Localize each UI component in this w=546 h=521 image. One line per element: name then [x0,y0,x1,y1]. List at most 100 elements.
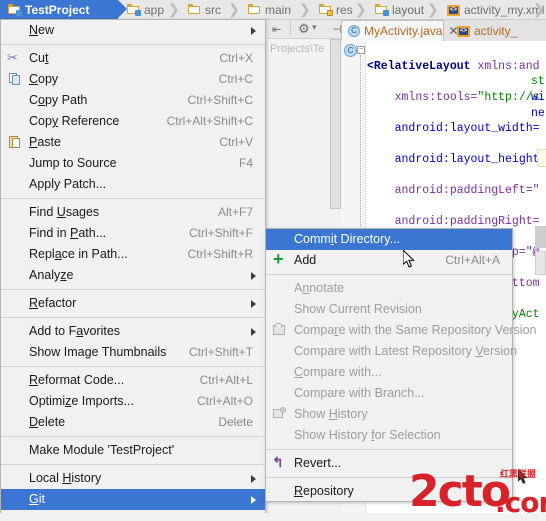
menu-item-label: Copy Reference [29,114,120,128]
menu-item-cut[interactable]: Cut Ctrl+X [1,48,265,69]
breadcrumb-item-testproject[interactable]: TestProject [0,0,127,19]
menu-item-copy-path[interactable]: Copy Path Ctrl+Shift+C [1,90,265,111]
breadcrumb-item-res[interactable]: res [311,0,353,19]
gear-icon[interactable]: ⚙ [298,21,310,37]
menu-item-jump-to-source[interactable]: Jump to Source F4 [1,153,265,174]
menu-item-copy[interactable]: Copy Ctrl+C [1,69,265,90]
code-fragment-wi: wi [531,91,545,104]
fold-guide-line [360,55,362,235]
git-menu-item-compare-with: Compare with... [266,362,512,383]
breadcrumb-label: src [205,2,221,17]
menu-item-shortcut: F4 [238,156,253,170]
menu-item-reformat-code[interactable]: Reformat Code... Ctrl+Alt+L [1,370,265,391]
menu-item-local-history[interactable]: Local History [1,468,265,489]
git-menu-item-label: Show Current Revision [294,302,422,316]
menu-item-label: Make Module 'TestProject' [29,443,175,457]
menu-item-shortcut: Alt+F7 [217,205,253,219]
git-menu-item-label: Add [294,253,317,267]
breadcrumb-item-main[interactable]: main [240,0,291,19]
git-menu-item-label: Revert... [294,456,342,470]
breadcrumb-item-activity-xml[interactable]: <> activity_my.xml [439,0,544,19]
git-menu-item-compare-with-latest-repository-version: Compare with Latest Repository Version [266,341,517,362]
git-menu-item-label: Show History [294,407,368,421]
collapse-all-icon[interactable]: ⇤ [272,23,281,36]
git-menu-item-show-history: Show History [266,404,512,425]
submenu-arrow-icon [251,475,256,483]
menu-item-replace-in-path[interactable]: Replace in Path... Ctrl+Shift+R [1,244,265,265]
menu-separator [1,366,265,367]
menu-item-paste[interactable]: Paste Ctrl+V [1,132,265,153]
menu-item-label: Jump to Source [29,156,117,170]
editor-marker-box [537,149,546,167]
menu-item-new[interactable]: New [1,20,265,41]
xml-file-icon: <> [457,25,470,37]
menu-item-label: Apply Patch... [29,177,107,191]
submenu-arrow-icon [251,272,256,280]
folder-res-icon [319,4,333,16]
menu-item-refactor[interactable]: Refactor [1,293,265,314]
git-menu-item-commit-directory[interactable]: Commit Directory... [266,229,512,250]
breadcrumb-item-src[interactable]: src [180,0,221,19]
menu-item-apply-patch[interactable]: Apply Patch... [1,174,265,195]
menu-item-label: Optimize Imports... [29,394,134,408]
breadcrumb-item-layout[interactable]: layout [367,0,424,19]
menu-item-show-image-thumbnails[interactable]: Show Image Thumbnails Ctrl+Shift+T [1,342,265,363]
submenu-arrow-icon [251,27,256,35]
project-panel-scrollbar[interactable] [330,39,341,209]
tab-activity-xml[interactable]: <> activity_ [451,20,546,41]
breadcrumb-separator-icon: ❯ [168,1,180,17]
menu-item-label: Add to Favorites [29,324,121,338]
menu-item-shortcut: Ctrl+V [219,135,253,149]
git-menu-item-show-history-for-selection: Show History for Selection [266,425,512,446]
breadcrumb-separator-icon: ❯ [228,1,240,17]
submenu-arrow-icon [251,300,256,308]
menu-item-label: Copy Path [29,93,88,107]
copy-icon [7,72,22,87]
menu-item-label: Find in Path... [29,226,107,240]
tab-label: MyActivity.java [364,24,443,38]
git-menu-item-label: Compare with Latest Repository Version [294,344,518,358]
menu-item-label: Show Image Thumbnails [29,345,167,359]
folder-module-icon [8,4,22,16]
git-menu-item-compare-with-branch: Compare with Branch... [266,383,512,404]
menu-item-find-in-path[interactable]: Find in Path... Ctrl+Shift+F [1,223,265,244]
menu-item-shortcut: Ctrl+Alt+Shift+C [166,114,253,128]
menu-item-optimize-imports[interactable]: Optimize Imports... Ctrl+Alt+O [1,391,265,412]
git-menu-item-annotate: Annotate [266,278,512,299]
tab-myactivity-java[interactable]: C MyActivity.java ✕ [341,20,459,41]
menu-item-copy-reference[interactable]: Copy Reference Ctrl+Alt+Shift+C [1,111,265,132]
git-menu-item-shortcut: Ctrl+Alt+A [445,253,500,267]
context-menu[interactable]: New Cut Ctrl+X Copy Ctrl+C Copy Path Ctrl+Shif… [0,19,266,521]
git-menu-item-label: Compare with the Same Repository Version [294,323,537,337]
git-menu-item-label: Compare with Branch... [294,386,425,400]
cut-icon [7,50,22,66]
git-menu-item-label: Show History for Selection [294,428,441,442]
breadcrumb-item-app[interactable]: app [119,0,164,19]
revert-icon [272,454,287,471]
menu-item-label: Reformat Code... [29,373,125,387]
menu-item-delete[interactable]: Delete Delete [1,412,265,433]
git-menu-item-add[interactable]: Add Ctrl+Alt+A [266,249,512,271]
menu-item-analyze[interactable]: Analyze [1,265,265,286]
fold-marker-icon[interactable]: − [357,46,365,54]
menu-item-make-module-testproject[interactable]: Make Module 'TestProject' [1,440,265,461]
menu-item-shortcut: Ctrl+Alt+O [196,394,253,408]
java-class-icon: C [348,25,360,37]
editor-scrollbar-thumb[interactable] [535,226,546,248]
breadcrumb-separator-icon: ❯ [427,1,439,17]
menu-separator [1,464,265,465]
menu-item-git[interactable]: Git [1,489,265,510]
menu-item-label: Copy [29,72,59,86]
folder-blue-icon [375,4,389,16]
git-menu-item-label: Compare with... [294,365,382,379]
menu-item-shortcut: Ctrl+Shift+R [187,247,253,261]
menu-item-shortcut: Ctrl+Shift+F [188,226,253,240]
git-menu-item-label: Repository [294,484,354,498]
editor-scrollbar-track[interactable] [535,251,546,275]
menu-item-add-to-favorites[interactable]: Add to Favorites [1,321,265,342]
menu-item-label: Git [29,492,45,506]
git-submenu[interactable]: Commit Directory... Add Ctrl+Alt+A Annotate… [265,228,537,502]
breadcrumb: TestProject app ❯ src ❯ main ❯ res ❯ lay… [0,0,546,20]
menu-item-find-usages[interactable]: Find Usages Alt+F7 [1,202,265,223]
chevron-down-icon[interactable]: ▾ [312,22,317,33]
